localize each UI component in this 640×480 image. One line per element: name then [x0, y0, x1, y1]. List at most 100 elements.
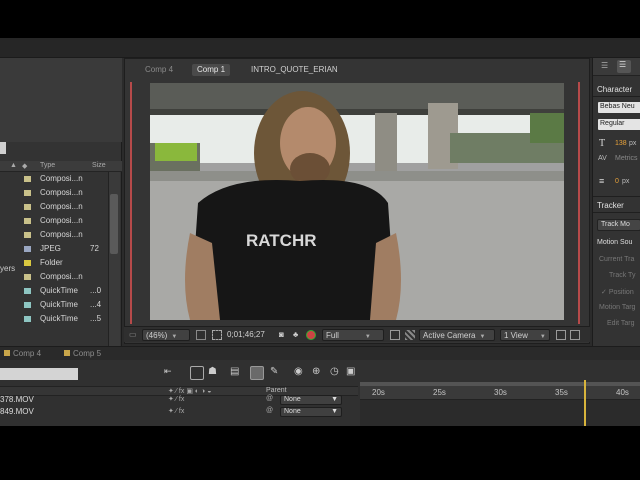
safe-margin-right — [578, 82, 580, 324]
project-item[interactable]: Folder — [0, 256, 108, 270]
project-item[interactable]: Composi...n — [0, 270, 108, 284]
pick-whip-icon[interactable]: @ — [266, 407, 273, 414]
label-tag-icon[interactable]: ◆ — [22, 162, 27, 170]
parent-dropdown[interactable]: None ▼ — [280, 395, 342, 405]
item-size: ...5 — [90, 314, 102, 323]
clock-icon[interactable]: ◷ — [330, 366, 344, 380]
motion-source-label: Motion Sou — [597, 239, 633, 246]
item-type: Composi...n — [40, 216, 83, 225]
stroke-width-value[interactable]: 0 — [615, 178, 619, 185]
label-color-swatch[interactable] — [24, 232, 31, 238]
label-color-swatch[interactable] — [24, 274, 31, 280]
time-ruler[interactable]: 20s 25s 30s 35s 40s — [360, 386, 640, 400]
view-layout-dropdown[interactable]: 1 View ▼ — [500, 329, 550, 341]
always-preview-icon[interactable]: ▭ — [126, 329, 140, 341]
timeline-tab-comp-5[interactable]: Comp 5 — [64, 349, 101, 358]
font-family-field[interactable]: Bebas Neu — [598, 102, 640, 113]
parent-dropdown[interactable]: None ▼ — [280, 407, 342, 417]
flowchart-icon[interactable] — [570, 330, 580, 340]
transparency-grid-icon[interactable] — [405, 330, 415, 340]
comp-tab-intro-quote[interactable]: INTRO_QUOTE_ERIAN — [246, 64, 343, 76]
grid-guide-icon[interactable] — [196, 330, 206, 340]
font-style-field[interactable]: Regular — [598, 119, 640, 130]
timeline-panel: ⇤ ☗ ▤ ✎ ◉ ⊕ ◷ ▣ ✦ ⁄ fx ▣ ◐ ◑ ◒ Parent 37… — [0, 360, 640, 426]
layer-switches[interactable]: ✦ ⁄ fx — [168, 395, 184, 403]
column-size[interactable]: Size — [92, 162, 106, 169]
project-item[interactable]: Composi...n — [0, 200, 108, 214]
timeline-tab-comp-4[interactable]: Comp 4 — [4, 349, 41, 358]
camera-view-dropdown[interactable]: Active Camera ▼ — [419, 329, 495, 341]
zoom-value: (46%) — [146, 331, 168, 340]
item-type: Composi...n — [40, 272, 83, 281]
project-search-input[interactable] — [0, 142, 6, 154]
project-item[interactable]: Composi...n — [0, 214, 108, 228]
live-update-icon[interactable]: ◉ — [294, 366, 308, 380]
label-color-swatch[interactable] — [24, 204, 31, 210]
ruler-tick-label: 35s — [555, 388, 568, 397]
pick-whip-icon[interactable]: @ — [266, 395, 273, 402]
project-panel: ▲ ◆ Type Size Composi...n Composi...n Comp… — [0, 58, 122, 380]
stroke-width-unit: px — [622, 178, 630, 185]
label-color-swatch[interactable] — [24, 260, 31, 266]
brainstorm-icon[interactable]: ⊕ — [312, 366, 326, 380]
label-color-swatch[interactable] — [24, 176, 31, 182]
layer-name[interactable]: 849.MOV — [0, 407, 34, 416]
font-size-value[interactable]: 138 — [615, 140, 627, 147]
project-item[interactable]: Composi...n — [0, 228, 108, 242]
safe-margin-left — [130, 82, 132, 324]
project-item[interactable]: Composi...n — [0, 186, 108, 200]
project-item[interactable]: QuickTime ...5 — [0, 312, 108, 326]
comp-mini-flowchart-icon[interactable]: ⇤ — [164, 366, 178, 380]
chevron-down-icon: ▼ — [479, 334, 486, 340]
fast-preview-icon[interactable] — [390, 330, 400, 340]
label-color-swatch[interactable] — [24, 246, 31, 252]
region-of-interest-icon[interactable] — [212, 330, 222, 340]
project-item[interactable]: JPEG 72 — [0, 242, 108, 256]
video-frame[interactable]: RATCHR — [150, 83, 564, 320]
kerning-metrics[interactable]: Metrics — [615, 155, 638, 162]
timeline-switches-toolbar: ⇤ ☗ ▤ ✎ ◉ ⊕ ◷ ▣ — [160, 366, 360, 382]
frame-blending-icon[interactable]: ▤ — [230, 366, 244, 380]
label-color-swatch[interactable] — [24, 190, 31, 196]
item-size: 72 — [90, 244, 99, 253]
chevron-down-icon: ▼ — [331, 408, 338, 415]
label-color-swatch[interactable] — [24, 302, 31, 308]
project-item[interactable]: QuickTime ...4 — [0, 298, 108, 312]
edit-target-button[interactable]: Edit Targ — [607, 320, 635, 327]
snapshot-icon[interactable]: ◙ — [276, 329, 287, 341]
toggle-pixel-aspect-icon[interactable] — [556, 330, 566, 340]
label-color-swatch[interactable] — [24, 288, 31, 294]
hide-shy-layers-icon[interactable]: ☗ — [208, 366, 222, 380]
panel-menu-icon[interactable]: ☰ — [617, 60, 631, 73]
current-time-indicator[interactable] — [584, 380, 586, 426]
align-icon[interactable]: ☰ — [601, 61, 608, 70]
project-item[interactable]: QuickTime ...0 — [0, 284, 108, 298]
shirt-text: RATCHR — [246, 231, 317, 250]
graph-editor-icon[interactable]: ✎ — [270, 366, 284, 380]
resolution-value: Full — [326, 331, 339, 340]
show-snapshot-icon[interactable]: ♣ — [290, 329, 301, 341]
current-timecode[interactable]: 0;01;46;27 — [224, 329, 268, 341]
column-type[interactable]: Type — [40, 162, 55, 169]
comp-tab-comp-4[interactable]: Comp 4 — [140, 64, 178, 76]
project-thumbnail-area — [0, 58, 122, 142]
track-motion-button[interactable]: Track Mo — [597, 219, 640, 231]
timeline-layer-row[interactable]: 849.MOV ✦ ⁄ fx @ None ▼ — [0, 406, 358, 418]
color-channels-icon[interactable] — [306, 330, 316, 340]
project-scroll-thumb[interactable] — [110, 194, 118, 254]
timeline-layer-row[interactable]: 378.MOV ✦ ⁄ fx @ None ▼ — [0, 394, 358, 406]
label-color-swatch[interactable] — [24, 316, 31, 322]
comp-tab-comp-1[interactable]: Comp 1 — [192, 64, 231, 76]
position-checkbox[interactable]: ✓ Position — [601, 288, 634, 296]
layer-name[interactable]: 378.MOV — [0, 395, 34, 404]
resolution-dropdown[interactable]: Full ▼ — [322, 329, 384, 341]
layer-switches[interactable]: ✦ ⁄ fx — [168, 407, 184, 415]
motion-blur-icon[interactable] — [250, 366, 264, 380]
draft-3d-icon[interactable] — [190, 366, 204, 380]
sort-arrow-icon[interactable]: ▲ — [10, 162, 17, 169]
render-icon[interactable]: ▣ — [346, 366, 360, 380]
label-color-swatch[interactable] — [24, 218, 31, 224]
magnification-dropdown[interactable]: (46%) ▼ — [142, 329, 190, 341]
timeline-search-input[interactable] — [0, 368, 78, 380]
project-item[interactable]: Composi...n — [0, 172, 108, 186]
